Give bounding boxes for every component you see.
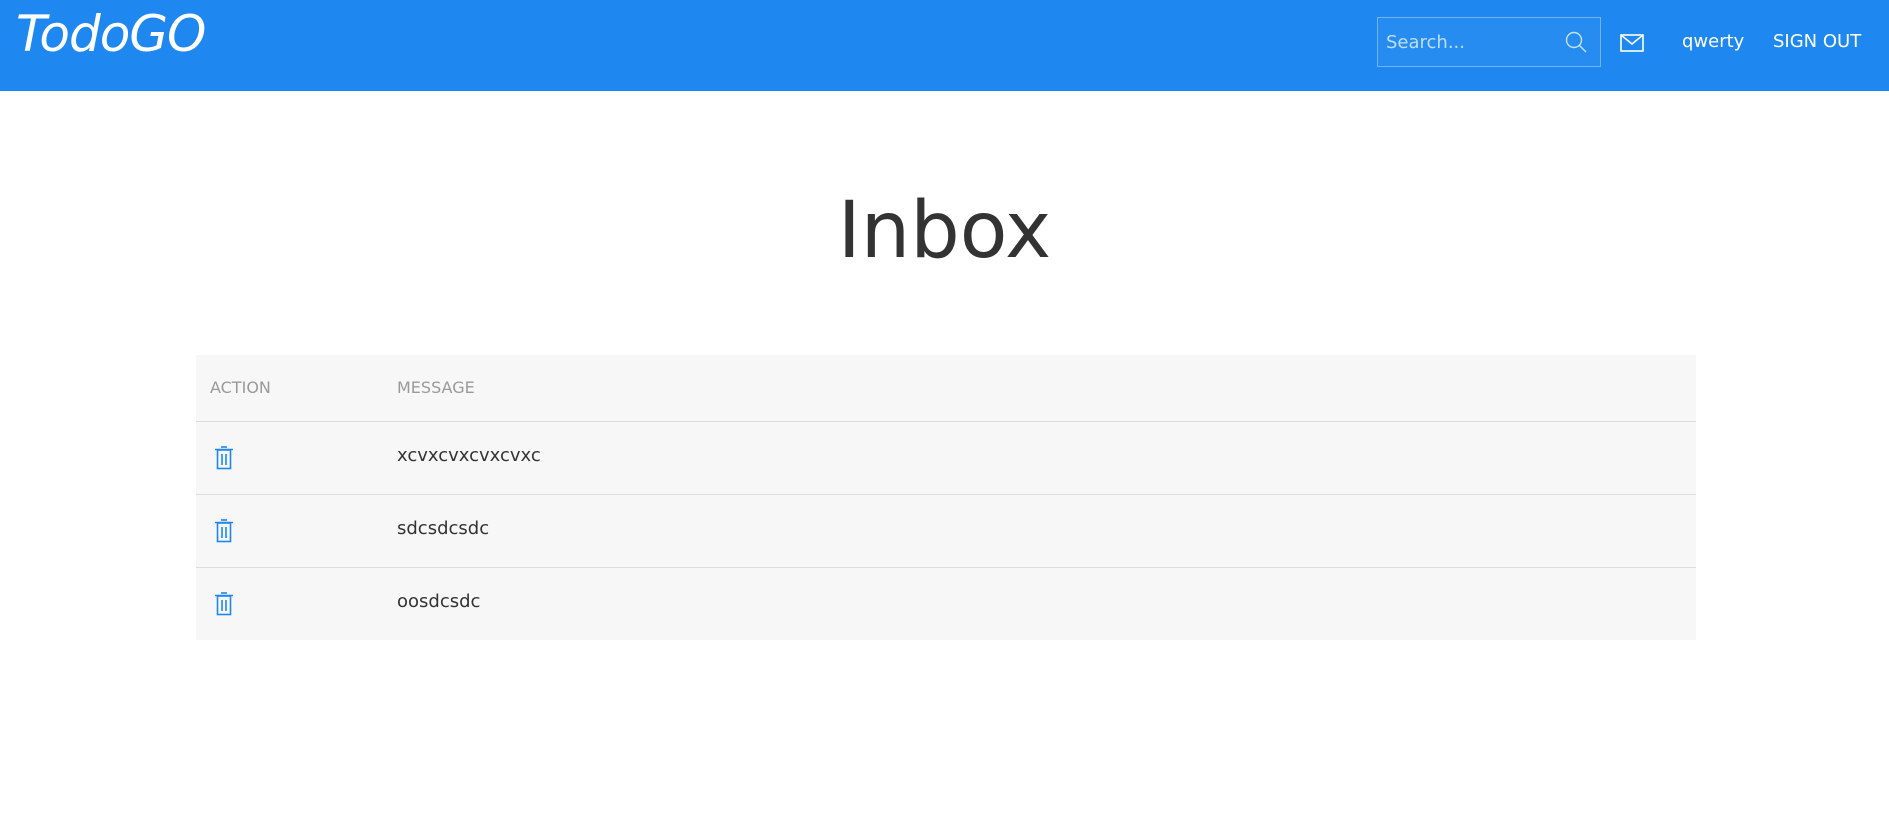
message-text: sdcsdcsdc (397, 518, 490, 539)
action-cell (196, 493, 383, 567)
message-text: oosdcsdc (397, 591, 481, 613)
message-text: xcvxcvxcvxcvxc (397, 445, 541, 466)
search-icon[interactable] (1564, 30, 1588, 54)
action-cell (196, 566, 383, 640)
trash-icon[interactable] (214, 591, 234, 616)
search-input[interactable] (1378, 18, 1558, 66)
search-box (1377, 17, 1601, 67)
mail-icon[interactable] (1620, 34, 1644, 52)
table-row: sdcsdcsdc (196, 493, 1696, 567)
message-cell: sdcsdcsdc (383, 493, 1696, 567)
trash-icon[interactable] (214, 445, 234, 470)
action-cell (196, 421, 383, 494)
user-menu-link[interactable]: qwerty (1682, 31, 1744, 52)
navbar: TodoGO qwerty SIGN OUT (0, 0, 1889, 91)
message-cell: xcvxcvxcvxcvxc (383, 421, 1696, 494)
brand-logo[interactable]: TodoGO (16, 2, 206, 66)
trash-icon[interactable] (214, 518, 234, 543)
page-title: Inbox (837, 186, 1052, 276)
table-row: xcvxcvxcvxcvxc (196, 421, 1696, 494)
column-header-message: MESSAGE (383, 355, 1696, 422)
inbox-table: ACTION MESSAGE xcvxcvxcvxcvxc sdcsdcsdc … (196, 355, 1696, 640)
table-header-row: ACTION MESSAGE (196, 355, 1696, 422)
table-row: oosdcsdc (196, 566, 1696, 640)
column-header-action: ACTION (196, 355, 383, 422)
sign-out-link[interactable]: SIGN OUT (1773, 31, 1861, 52)
message-cell: oosdcsdc (383, 566, 1696, 640)
